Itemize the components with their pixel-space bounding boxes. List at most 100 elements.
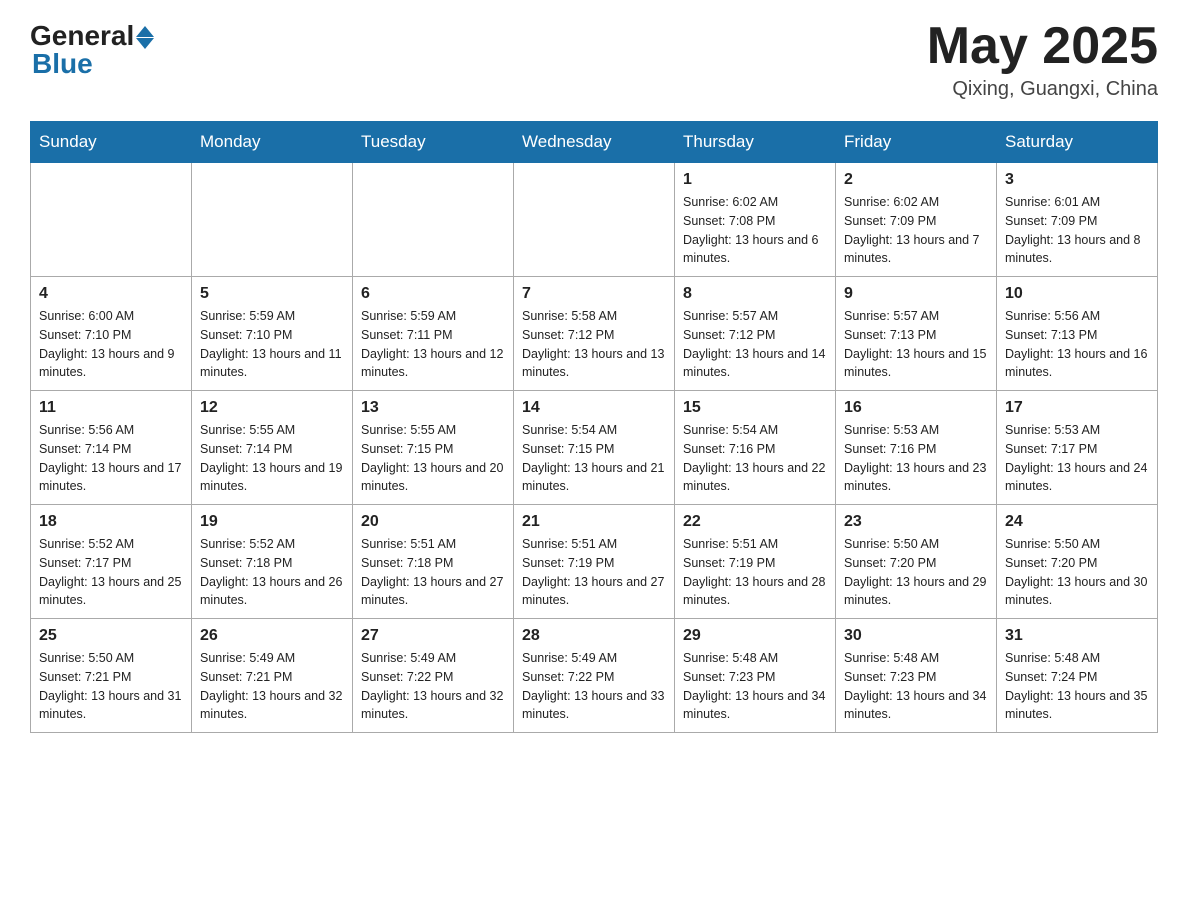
day-info: Sunrise: 6:00 AMSunset: 7:10 PMDaylight:… [39, 307, 183, 382]
day-info: Sunrise: 5:57 AMSunset: 7:12 PMDaylight:… [683, 307, 827, 382]
day-info: Sunrise: 5:55 AMSunset: 7:15 PMDaylight:… [361, 421, 505, 496]
day-number: 29 [683, 627, 827, 645]
weekday-header-thursday: Thursday [675, 122, 836, 163]
calendar-cell: 30Sunrise: 5:48 AMSunset: 7:23 PMDayligh… [836, 619, 997, 733]
title-section: May 2025 Qixing, Guangxi, China [927, 20, 1158, 101]
day-number: 9 [844, 285, 988, 303]
day-number: 14 [522, 399, 666, 417]
day-info: Sunrise: 5:59 AMSunset: 7:11 PMDaylight:… [361, 307, 505, 382]
day-number: 18 [39, 513, 183, 531]
week-row-4: 18 Sunrise: 5:52 AMSunset: 7:17 PMDayligh… [31, 505, 1158, 619]
calendar-cell: 2 Sunrise: 6:02 AMSunset: 7:09 PMDaylight… [836, 163, 997, 277]
calendar-cell [31, 163, 192, 277]
day-info: Sunrise: 5:48 AMSunset: 7:23 PMDaylight:… [683, 649, 827, 724]
day-number: 27 [361, 627, 505, 645]
day-info: Sunrise: 6:02 AMSunset: 7:09 PMDaylight:… [844, 193, 988, 268]
weekday-header-tuesday: Tuesday [353, 122, 514, 163]
day-info: Sunrise: 5:51 AMSunset: 7:18 PMDaylight:… [361, 535, 505, 610]
calendar-cell [514, 163, 675, 277]
calendar-cell: 11 Sunrise: 5:56 AMSunset: 7:14 PMDayligh… [31, 391, 192, 505]
calendar-cell: 13 Sunrise: 5:55 AMSunset: 7:15 PMDayligh… [353, 391, 514, 505]
calendar-table: SundayMondayTuesdayWednesdayThursdayFrid… [30, 121, 1158, 733]
calendar-cell: 3Sunrise: 6:01 AMSunset: 7:09 PMDaylight… [997, 163, 1158, 277]
calendar-cell: 18 Sunrise: 5:52 AMSunset: 7:17 PMDayligh… [31, 505, 192, 619]
logo: General Blue [30, 20, 154, 80]
day-info: Sunrise: 5:54 AMSunset: 7:15 PMDaylight:… [522, 421, 666, 496]
calendar-cell [353, 163, 514, 277]
day-number: 31 [1005, 627, 1149, 645]
day-number: 25 [39, 627, 183, 645]
day-info: Sunrise: 5:55 AMSunset: 7:14 PMDaylight:… [200, 421, 344, 496]
day-number: 6 [361, 285, 505, 303]
day-number: 17 [1005, 399, 1149, 417]
calendar-cell: 29 Sunrise: 5:48 AMSunset: 7:23 PMDayligh… [675, 619, 836, 733]
calendar-cell: 10Sunrise: 5:56 AMSunset: 7:13 PMDayligh… [997, 277, 1158, 391]
day-info: Sunrise: 5:49 AMSunset: 7:22 PMDaylight:… [361, 649, 505, 724]
calendar-cell: 7Sunrise: 5:58 AMSunset: 7:12 PMDaylight… [514, 277, 675, 391]
calendar-cell: 28 Sunrise: 5:49 AMSunset: 7:22 PMDayligh… [514, 619, 675, 733]
calendar-cell: 4 Sunrise: 6:00 AMSunset: 7:10 PMDaylight… [31, 277, 192, 391]
day-number: 1 [683, 171, 827, 189]
calendar-cell: 22Sunrise: 5:51 AMSunset: 7:19 PMDayligh… [675, 505, 836, 619]
day-info: Sunrise: 5:51 AMSunset: 7:19 PMDaylight:… [522, 535, 666, 610]
calendar-cell: 31 Sunrise: 5:48 AMSunset: 7:24 PMDayligh… [997, 619, 1158, 733]
calendar-cell: 26 Sunrise: 5:49 AMSunset: 7:21 PMDayligh… [192, 619, 353, 733]
weekday-header-row: SundayMondayTuesdayWednesdayThursdayFrid… [31, 122, 1158, 163]
day-info: Sunrise: 5:49 AMSunset: 7:22 PMDaylight:… [522, 649, 666, 724]
day-info: Sunrise: 6:02 AMSunset: 7:08 PMDaylight:… [683, 193, 827, 268]
month-title: May 2025 [927, 20, 1158, 72]
week-row-1: 1 Sunrise: 6:02 AMSunset: 7:08 PMDaylight… [31, 163, 1158, 277]
day-number: 4 [39, 285, 183, 303]
day-info: Sunrise: 5:52 AMSunset: 7:17 PMDaylight:… [39, 535, 183, 610]
day-info: Sunrise: 5:52 AMSunset: 7:18 PMDaylight:… [200, 535, 344, 610]
day-info: Sunrise: 5:56 AMSunset: 7:13 PMDaylight:… [1005, 307, 1149, 382]
day-info: Sunrise: 5:49 AMSunset: 7:21 PMDaylight:… [200, 649, 344, 724]
calendar-cell: 15 Sunrise: 5:54 AMSunset: 7:16 PMDayligh… [675, 391, 836, 505]
calendar-cell: 25 Sunrise: 5:50 AMSunset: 7:21 PMDayligh… [31, 619, 192, 733]
calendar-cell [192, 163, 353, 277]
calendar-cell: 23 Sunrise: 5:50 AMSunset: 7:20 PMDayligh… [836, 505, 997, 619]
day-number: 30 [844, 627, 988, 645]
day-number: 24 [1005, 513, 1149, 531]
day-number: 12 [200, 399, 344, 417]
day-info: Sunrise: 5:48 AMSunset: 7:24 PMDaylight:… [1005, 649, 1149, 724]
calendar-cell: 14 Sunrise: 5:54 AMSunset: 7:15 PMDayligh… [514, 391, 675, 505]
day-number: 13 [361, 399, 505, 417]
page-header: General Blue May 2025 Qixing, Guangxi, C… [30, 20, 1158, 101]
day-info: Sunrise: 5:54 AMSunset: 7:16 PMDaylight:… [683, 421, 827, 496]
day-info: Sunrise: 5:50 AMSunset: 7:20 PMDaylight:… [844, 535, 988, 610]
day-number: 5 [200, 285, 344, 303]
day-number: 23 [844, 513, 988, 531]
logo-blue-text: Blue [30, 48, 93, 80]
weekday-header-monday: Monday [192, 122, 353, 163]
day-info: Sunrise: 5:50 AMSunset: 7:21 PMDaylight:… [39, 649, 183, 724]
day-info: Sunrise: 5:58 AMSunset: 7:12 PMDaylight:… [522, 307, 666, 382]
day-info: Sunrise: 6:01 AMSunset: 7:09 PMDaylight:… [1005, 193, 1149, 268]
week-row-2: 4 Sunrise: 6:00 AMSunset: 7:10 PMDaylight… [31, 277, 1158, 391]
day-number: 20 [361, 513, 505, 531]
calendar-cell: 9 Sunrise: 5:57 AMSunset: 7:13 PMDaylight… [836, 277, 997, 391]
location-text: Qixing, Guangxi, China [927, 78, 1158, 101]
day-info: Sunrise: 5:57 AMSunset: 7:13 PMDaylight:… [844, 307, 988, 382]
calendar-cell: 21 Sunrise: 5:51 AMSunset: 7:19 PMDayligh… [514, 505, 675, 619]
week-row-5: 25 Sunrise: 5:50 AMSunset: 7:21 PMDayligh… [31, 619, 1158, 733]
day-number: 28 [522, 627, 666, 645]
calendar-cell: 5Sunrise: 5:59 AMSunset: 7:10 PMDaylight… [192, 277, 353, 391]
day-number: 16 [844, 399, 988, 417]
calendar-cell: 1 Sunrise: 6:02 AMSunset: 7:08 PMDaylight… [675, 163, 836, 277]
day-number: 2 [844, 171, 988, 189]
weekday-header-wednesday: Wednesday [514, 122, 675, 163]
day-number: 22 [683, 513, 827, 531]
day-number: 26 [200, 627, 344, 645]
day-number: 8 [683, 285, 827, 303]
calendar-cell: 20 Sunrise: 5:51 AMSunset: 7:18 PMDayligh… [353, 505, 514, 619]
weekday-header-saturday: Saturday [997, 122, 1158, 163]
calendar-cell: 12 Sunrise: 5:55 AMSunset: 7:14 PMDayligh… [192, 391, 353, 505]
day-number: 21 [522, 513, 666, 531]
day-number: 11 [39, 399, 183, 417]
calendar-cell: 24Sunrise: 5:50 AMSunset: 7:20 PMDayligh… [997, 505, 1158, 619]
day-info: Sunrise: 5:53 AMSunset: 7:17 PMDaylight:… [1005, 421, 1149, 496]
day-info: Sunrise: 5:56 AMSunset: 7:14 PMDaylight:… [39, 421, 183, 496]
day-number: 15 [683, 399, 827, 417]
calendar-cell: 6 Sunrise: 5:59 AMSunset: 7:11 PMDaylight… [353, 277, 514, 391]
